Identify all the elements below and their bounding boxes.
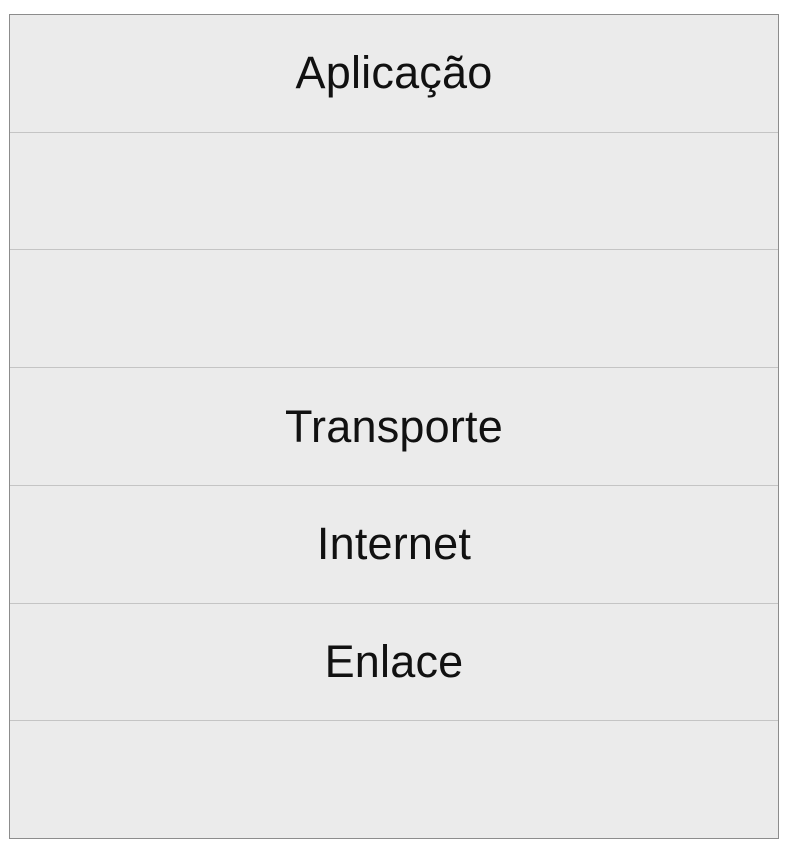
layer-empty-3: [10, 721, 778, 838]
layer-application: Aplicação: [10, 15, 778, 133]
layer-label-link: Enlace: [324, 635, 464, 687]
layer-link: Enlace: [10, 604, 778, 722]
layer-label-application: Aplicação: [295, 47, 493, 99]
layer-empty-1: [10, 133, 778, 251]
layer-transport: Transporte: [10, 368, 778, 486]
layer-internet: Internet: [10, 486, 778, 604]
layer-stack-diagram: Aplicação Transporte Internet Enlace: [9, 14, 779, 839]
layer-empty-2: [10, 250, 778, 369]
layer-label-internet: Internet: [316, 518, 472, 570]
layer-label-transport: Transporte: [285, 400, 503, 452]
